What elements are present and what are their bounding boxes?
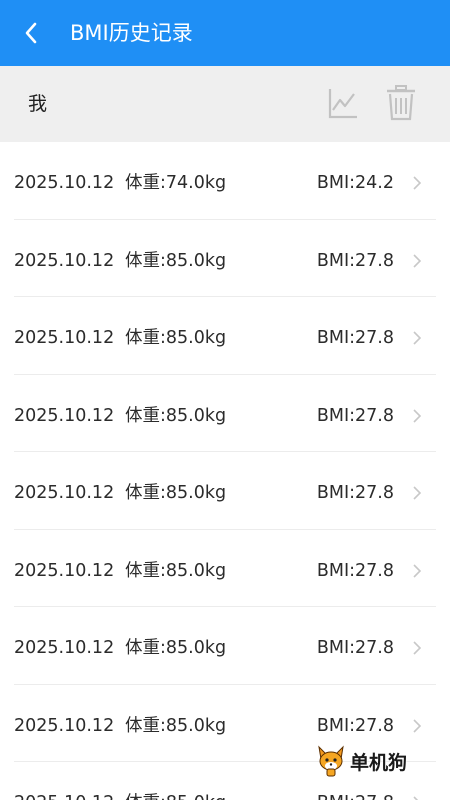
- record-weight: 体重:85.0kg: [125, 560, 227, 581]
- app-screen: BMI历史记录 我 2025.10.12 体重:74.0kg BMI:24.2: [0, 0, 450, 800]
- app-header: BMI历史记录: [0, 0, 450, 66]
- record-date: 2025.10.12: [14, 715, 115, 736]
- record-weight: 体重:85.0kg: [125, 328, 227, 348]
- list-item[interactable]: 2025.10.12 体重:85.0kg BMI:27.8: [14, 220, 436, 297]
- chevron-right-icon: [413, 408, 422, 423]
- record-date: 2025.10.12: [14, 328, 115, 348]
- record-bmi: BMI:27.8: [316, 560, 394, 581]
- record-weight: 体重:85.0kg: [125, 715, 227, 736]
- chevron-right-icon: [413, 331, 422, 345]
- record-date: 2025.10.12: [14, 405, 115, 426]
- record-bmi: BMI:27.8: [317, 791, 394, 800]
- list-item[interactable]: 2025.10.12 体重:85.0kg BMI:27.8: [14, 452, 436, 530]
- record-bmi: BMI:27.8: [316, 405, 394, 426]
- record-weight: 体重:85.0kg: [125, 483, 227, 503]
- watermark-text: 单机狗: [350, 751, 408, 774]
- chart-button[interactable]: [326, 86, 360, 122]
- user-name: 我: [28, 93, 48, 115]
- chevron-right-icon: [413, 486, 422, 500]
- chevron-right-icon: [413, 641, 422, 655]
- list-item[interactable]: 2025.10.12 体重:85.0kg BMI:27.8: [14, 607, 436, 685]
- back-button[interactable]: [14, 17, 48, 49]
- record-date: 2025.10.12: [14, 560, 115, 581]
- line-chart-icon: [328, 89, 357, 119]
- record-weight: 体重:74.0kg: [125, 173, 227, 193]
- list-item[interactable]: 2025.10.12 体重:85.0kg BMI:27.8: [14, 297, 436, 375]
- list-item[interactable]: 2025.10.12 体重:85.0kg BMI:27.8: [14, 530, 436, 607]
- watermark: 单机狗: [316, 744, 407, 778]
- record-date: 2025.10.12: [14, 791, 114, 800]
- record-bmi: BMI:27.8: [316, 638, 394, 658]
- record-weight: 体重:85.0kg: [125, 250, 227, 271]
- chevron-right-icon: [413, 796, 419, 800]
- chevron-right-icon: [413, 176, 422, 190]
- record-weight: 体重:85.0kg: [125, 638, 227, 658]
- record-bmi: BMI:27.8: [316, 483, 394, 503]
- chevron-right-icon: [413, 253, 422, 268]
- chevron-right-icon: [413, 718, 422, 733]
- record-bmi: BMI:24.2: [316, 173, 394, 193]
- record-weight: 体重:85.0kg: [125, 791, 226, 800]
- record-bmi: BMI:27.8: [316, 250, 394, 271]
- trash-icon: [387, 85, 415, 121]
- record-date: 2025.10.12: [14, 638, 115, 658]
- list-item[interactable]: 2025.10.12 体重:74.0kg BMI:24.2: [14, 142, 436, 220]
- record-date: 2025.10.12: [14, 173, 115, 193]
- delete-button[interactable]: [384, 84, 418, 122]
- bmi-record-list[interactable]: 2025.10.12 体重:74.0kg BMI:24.2 2025.10.12…: [0, 142, 450, 800]
- record-bmi: BMI:27.8: [316, 715, 394, 736]
- user-toolbar: 我: [0, 66, 450, 142]
- record-date: 2025.10.12: [14, 250, 115, 271]
- fox-mascot-icon: [318, 745, 344, 777]
- record-date: 2025.10.12: [14, 483, 115, 503]
- list-item[interactable]: 2025.10.12 体重:85.0kg BMI:27.8: [14, 375, 436, 452]
- record-weight: 体重:85.0kg: [125, 405, 227, 426]
- page-title: BMI历史记录: [70, 21, 193, 45]
- record-bmi: BMI:27.8: [316, 328, 394, 348]
- chevron-left-icon: [25, 22, 37, 44]
- chevron-right-icon: [413, 563, 422, 578]
